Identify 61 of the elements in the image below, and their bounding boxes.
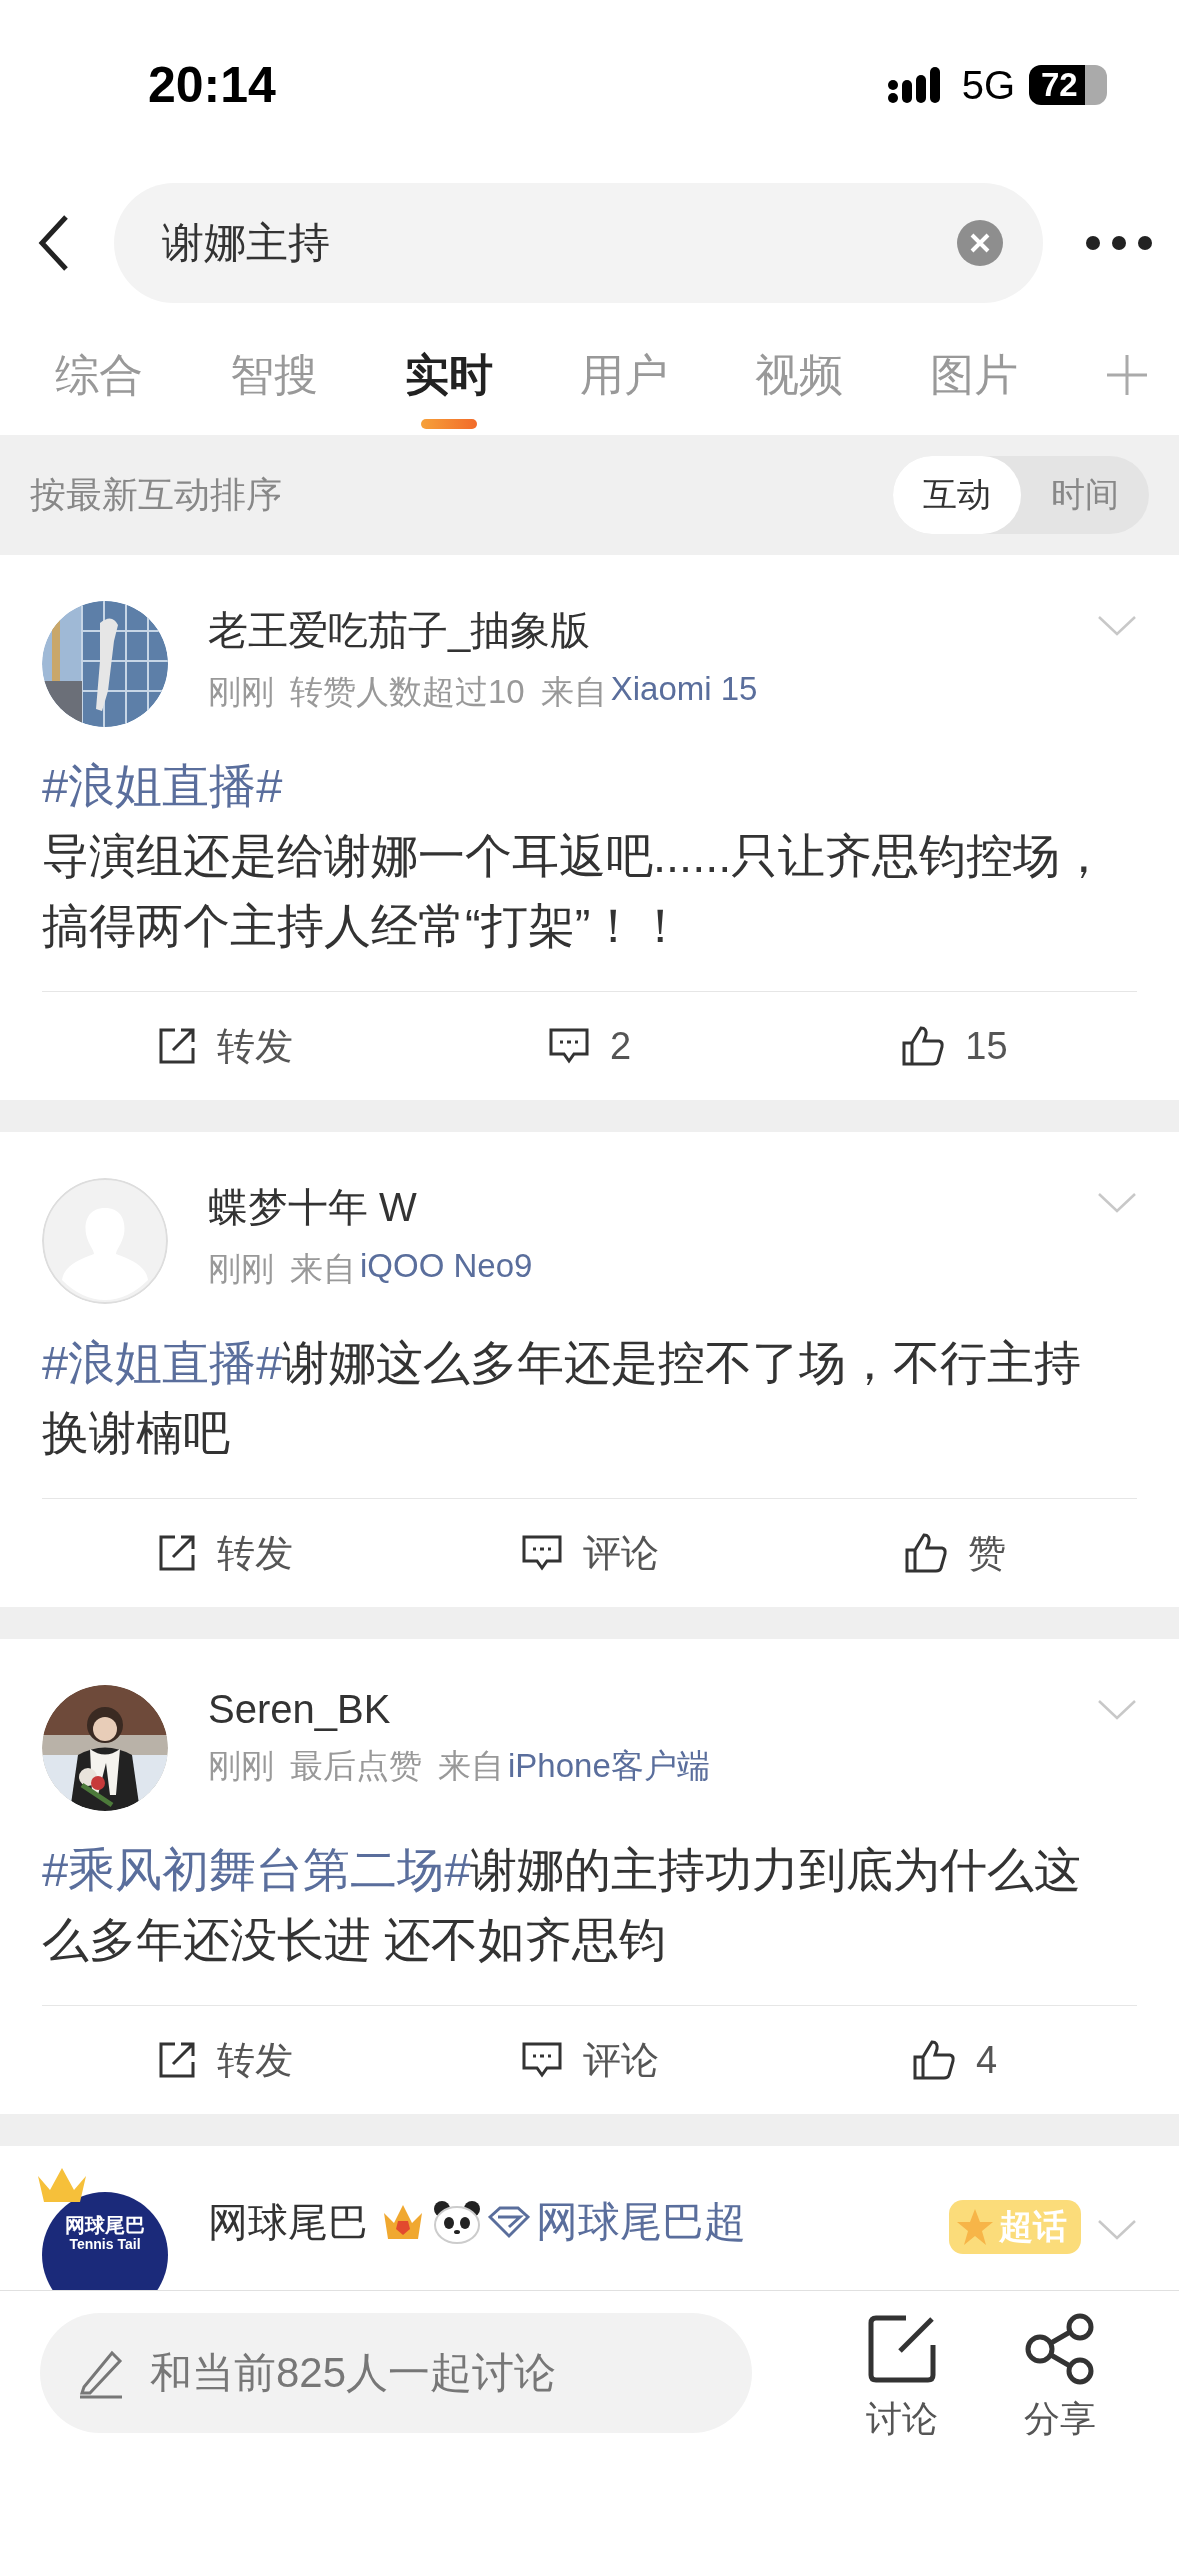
thumbs-up-icon — [911, 2039, 956, 2081]
bottom-action[interactable]: 分享 — [981, 2313, 1139, 2444]
source-link[interactable]: Xiaomi 15 — [610, 670, 758, 715]
source-prefix: 来自 — [290, 1249, 356, 1289]
super-topic-link[interactable]: 网球尾巴超 — [536, 2194, 746, 2250]
comment-field[interactable]: 和当前825人一起讨论 — [40, 2313, 752, 2433]
more-icon[interactable] — [1085, 234, 1153, 251]
default-avatar-icon — [42, 1178, 168, 1304]
comment-icon — [547, 1026, 590, 1066]
post-action[interactable]: 转发 — [42, 2034, 407, 2086]
post-action[interactable]: 转发 — [42, 1020, 407, 1072]
star-icon — [955, 2207, 995, 2247]
thumbs-up-icon — [901, 1025, 946, 1067]
diamond-icon — [488, 2205, 530, 2239]
author-name[interactable]: 蝶梦十年 W — [208, 1180, 417, 1235]
chevron-down-icon[interactable] — [1097, 1192, 1137, 1214]
tab[interactable]: 实时 — [405, 335, 493, 429]
source-prefix: 来自 — [540, 672, 607, 712]
post-action[interactable]: 15 — [772, 1024, 1137, 1068]
source-prefix: 来自 — [438, 1746, 504, 1786]
sort-option[interactable]: 互动 — [893, 456, 1021, 534]
add-icon[interactable] — [1105, 353, 1149, 397]
post-time: 刚刚 — [208, 672, 274, 712]
post-text: #浪姐直播# 导演组还是给谢娜一个耳返吧......只让齐思钧控场，搞得两个主持人经常“打架”！！ — [42, 751, 1122, 961]
source-link[interactable]: iPhone客户端 — [508, 1744, 710, 1789]
search-field[interactable]: 谢娜主持 — [114, 182, 1043, 303]
post-time: 刚刚 — [208, 1249, 274, 1289]
logo-text: 网球尾巴 — [65, 2214, 145, 2236]
source-link[interactable]: iQOO Neo9 — [360, 1247, 533, 1292]
network-label: 5G — [961, 62, 1015, 108]
author-name[interactable]: 老王爱吃茄子_抽象版 — [208, 603, 591, 658]
post-action[interactable]: 赞 — [772, 1527, 1137, 1579]
author-name[interactable]: Seren_BK — [208, 1687, 391, 1732]
topic-link[interactable]: #浪姐直播# — [42, 751, 1122, 821]
author-name[interactable]: 网球尾巴 — [208, 2194, 368, 2250]
bottom-action[interactable]: 讨论 — [823, 2313, 982, 2444]
post-action[interactable]: 2 — [407, 1024, 772, 1068]
post-action[interactable]: 转发 — [42, 1527, 407, 1579]
post-action[interactable]: 评论 — [407, 1527, 772, 1579]
chevron-down-icon[interactable] — [1097, 615, 1137, 637]
thumbs-up-icon — [903, 1532, 948, 1574]
status-time: 20:14 — [148, 56, 276, 114]
topic-link[interactable]: #乘风初舞台第二场# — [42, 1843, 471, 1896]
chevron-down-icon[interactable] — [1097, 2219, 1137, 2241]
topic-link[interactable]: #浪姐直播# — [42, 1336, 283, 1389]
post-action[interactable]: 评论 — [407, 2034, 772, 2086]
comment-icon — [520, 1533, 563, 1573]
post-action[interactable]: 4 — [772, 2038, 1137, 2082]
post-note: 转赞人数超过10 — [290, 672, 525, 712]
logo-text: Tennis Tail — [69, 2236, 141, 2252]
edit-icon — [866, 2313, 939, 2385]
battery-indicator: 72 — [1029, 65, 1107, 105]
comment-icon — [520, 2040, 563, 2080]
clear-icon[interactable] — [957, 219, 1003, 266]
panda-icon — [432, 2199, 482, 2245]
chevron-down-icon[interactable] — [1097, 1699, 1137, 1721]
post-time: 刚刚 — [208, 1746, 274, 1786]
sort-label: 按最新互动排序 — [30, 472, 282, 517]
post-text: #浪姐直播#谢娜这么多年还是控不了场，不行主持换谢楠吧 — [42, 1335, 1083, 1461]
post-text: #乘风初舞台第二场#谢娜的主持功力到底为什么这么多年还没长进 还不如齐思钧 — [42, 1842, 1083, 1968]
post-note: 最后点赞 — [290, 1746, 422, 1786]
